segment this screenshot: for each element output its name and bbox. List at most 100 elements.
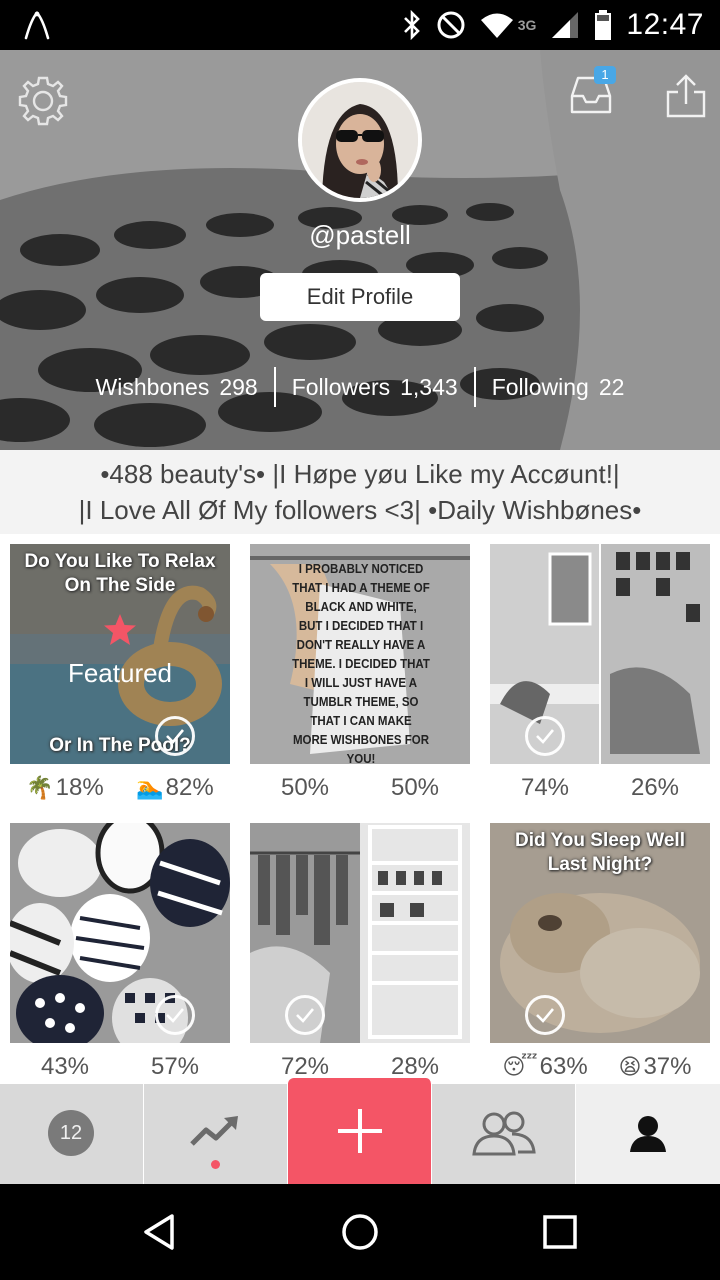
create-wishbone-tab[interactable] <box>288 1078 432 1184</box>
home-icon[interactable] <box>340 1212 380 1252</box>
left-percentage: 18% <box>55 774 104 801</box>
left-vote: 74% <box>490 772 600 804</box>
avatar[interactable] <box>298 78 422 202</box>
trending-tab[interactable] <box>144 1084 288 1184</box>
wishbones-label: Wishbones <box>95 373 210 400</box>
signal-icon <box>552 12 579 38</box>
username: @pastell <box>309 220 411 250</box>
profile-tab[interactable] <box>576 1084 720 1184</box>
answered-check-icon <box>155 716 195 756</box>
wishbone-logo-icon <box>24 11 50 40</box>
vote-results: 74% 26% <box>490 772 710 804</box>
left-percentage: 50% <box>280 774 330 801</box>
wishbone-thumbnail[interactable]: I PROBABLY NOTICED THAT I HAD A THEME OF… <box>250 544 470 764</box>
question-caption-bottom: Or In The Pool? <box>49 735 191 756</box>
profile-icon <box>630 1116 666 1152</box>
featured-star-icon <box>104 614 136 645</box>
back-icon[interactable] <box>140 1212 180 1252</box>
left-vote: 🌴 18% <box>10 772 120 804</box>
featured-label: Featured <box>67 658 173 688</box>
wishbone-card[interactable]: 74% 26% <box>490 544 710 801</box>
eggs-photo <box>10 823 230 1043</box>
edit-profile-button[interactable]: Edit Profile <box>260 273 460 321</box>
wishbone-card[interactable]: 72% 28% <box>250 823 470 1080</box>
recent-apps-icon[interactable] <box>540 1212 580 1252</box>
right-vote: 🏊 82% <box>120 772 230 804</box>
wifi-icon <box>480 13 513 38</box>
wishbone-thumbnail[interactable] <box>250 823 470 1043</box>
wishbones-grid: Do You Like To Relax On The Side Feature… <box>0 534 720 1084</box>
right-vote: 26% <box>600 772 710 804</box>
friends-icon <box>472 1111 536 1156</box>
settings-gear-icon[interactable] <box>16 74 70 128</box>
tired-face-icon: 😫 <box>618 1054 642 1079</box>
plus-icon <box>338 1109 382 1153</box>
wishbone-thumbnail[interactable] <box>490 544 710 764</box>
sleeping-face-icon: 😴 <box>502 1054 538 1079</box>
active-indicator-dot <box>211 1160 220 1169</box>
following-label: Following <box>491 373 589 400</box>
followers-stat[interactable]: Followers 1,343 <box>276 374 474 401</box>
do-not-disturb-icon <box>437 11 465 39</box>
network-type: 3G <box>517 17 537 33</box>
followers-label: Followers <box>291 373 391 400</box>
wishbones-value: 298 <box>219 373 258 400</box>
wishbone-card[interactable]: 43% 57% <box>10 823 230 1080</box>
left-vote: 50% <box>250 772 360 804</box>
left-percentage: 43% <box>40 1053 90 1080</box>
right-percentage: 37% <box>643 1053 692 1080</box>
inbox-badge: 1 <box>594 66 616 84</box>
right-vote: 😫 37% <box>600 1051 710 1083</box>
right-percentage: 50% <box>390 774 440 801</box>
following-value: 22 <box>598 373 625 400</box>
avatar-photo <box>302 82 418 198</box>
right-percentage: 57% <box>150 1053 200 1080</box>
answered-check-icon <box>155 995 195 1035</box>
friends-tab[interactable] <box>432 1084 576 1184</box>
system-navigation-bar <box>0 1184 720 1280</box>
wishbones-stat[interactable]: Wishbones 298 <box>80 374 274 401</box>
vote-results: 🌴 18% 🏊 82% <box>10 772 230 804</box>
swimmer-icon: 🏊 <box>136 775 164 800</box>
battery-icon <box>595 10 612 40</box>
bluetooth-icon <box>403 10 420 40</box>
left-vote: 😴 63% <box>490 1051 600 1083</box>
vote-results: 50% 50% <box>250 772 470 804</box>
notifications-tab[interactable]: 12 <box>0 1084 144 1184</box>
closet-photo <box>250 823 470 1043</box>
answered-check-icon <box>525 995 565 1035</box>
wishbone-thumbnail[interactable] <box>10 823 230 1043</box>
followers-value: 1,343 <box>400 373 458 400</box>
right-vote: 57% <box>120 1051 230 1083</box>
wishbone-card[interactable]: I PROBABLY NOTICED THAT I HAD A THEME OF… <box>250 544 470 801</box>
profile-header: 1 @pastell Edit Profile Wishbones 298 Fo… <box>0 50 720 450</box>
share-icon[interactable] <box>664 72 708 120</box>
question-caption: Do You Like To Relax On The Side <box>24 551 216 596</box>
left-vote: 43% <box>10 1051 120 1083</box>
bottom-tab-bar: 12 <box>0 1078 720 1184</box>
right-vote: 50% <box>360 772 470 804</box>
question-caption: Did You Sleep Well Last Night? <box>515 830 685 875</box>
palm-tree-icon: 🌴 <box>26 775 54 800</box>
room-photo <box>490 544 710 764</box>
right-percentage: 82% <box>165 774 214 801</box>
left-percentage: 63% <box>539 1053 588 1080</box>
following-stat[interactable]: Following 22 <box>476 374 641 401</box>
left-percentage: 72% <box>280 1053 330 1080</box>
clock: 12:47 <box>626 8 704 41</box>
right-percentage: 28% <box>390 1053 440 1080</box>
wishbone-thumbnail[interactable]: Did You Sleep Well Last Night? <box>490 823 710 1043</box>
answered-check-icon <box>285 995 325 1035</box>
profile-stats: Wishbones 298 Followers 1,343 Following … <box>0 366 720 408</box>
bio-line-2: |I Love All Øf My followers <3| •Daily W… <box>78 495 642 525</box>
answered-check-icon <box>525 716 565 756</box>
left-percentage: 74% <box>520 774 570 801</box>
wishbone-card[interactable]: Do You Like To Relax On The Side Feature… <box>10 544 230 801</box>
text-overlay: I PROBABLY NOTICED THAT I HAD A THEME OF… <box>292 562 430 764</box>
profile-bio: •488 beauty's• |I Høpe yøu Like my Accøu… <box>0 450 720 534</box>
vote-results: 43% 57% <box>10 1051 230 1083</box>
right-percentage: 26% <box>630 774 680 801</box>
wishbone-card[interactable]: Did You Sleep Well Last Night? 😴 63% 😫 3… <box>490 823 710 1080</box>
trending-icon <box>190 1116 238 1146</box>
wishbone-thumbnail[interactable]: Do You Like To Relax On The Side Feature… <box>10 544 230 764</box>
